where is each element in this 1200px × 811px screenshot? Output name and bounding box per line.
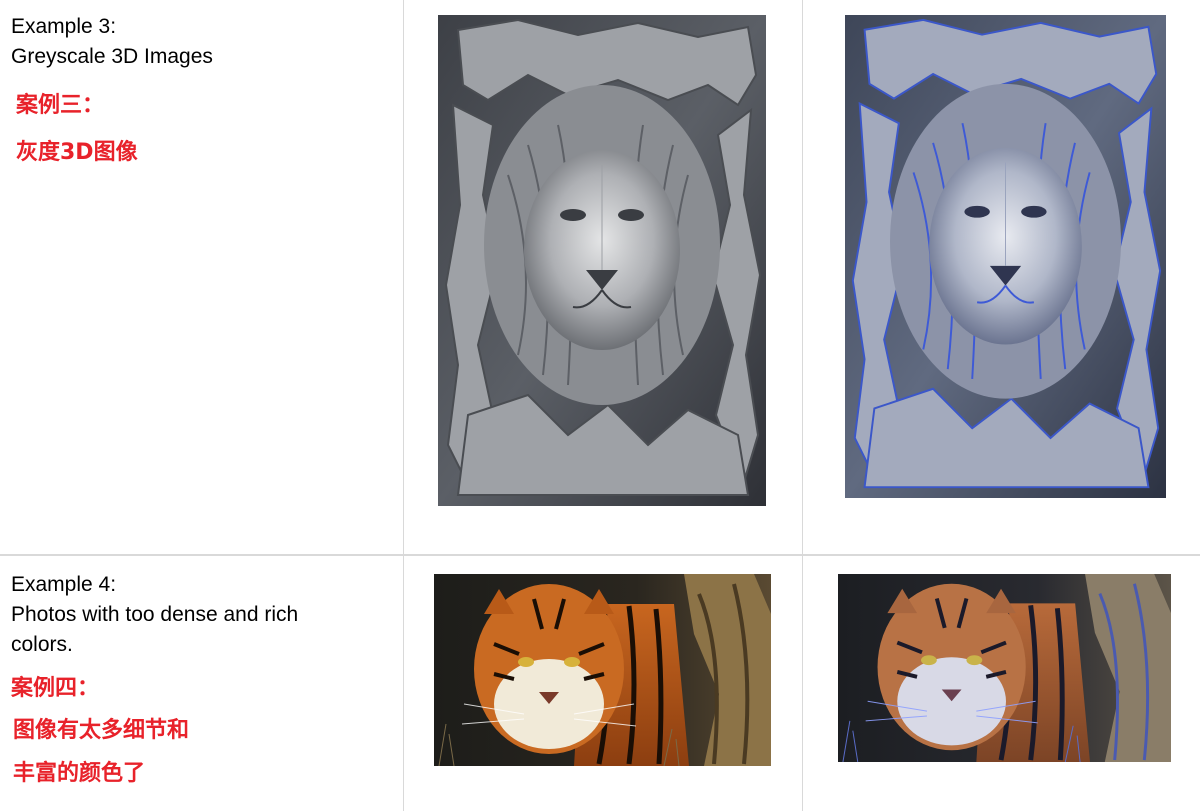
example-3-title: Example 3: — [11, 15, 117, 38]
example-4-chinese-line-2: 图像有太多细节和 — [13, 718, 190, 743]
example-4-title: Example 4: — [11, 573, 117, 596]
example-4-chinese-line-3: 丰富的颜色了 — [13, 761, 146, 786]
example-4-line-2: Photos with too dense and rich — [11, 603, 299, 626]
example-4-chinese-title: 案例四： — [11, 676, 100, 701]
example-4-line-3: colors. — [11, 633, 73, 656]
lion-processed-image — [845, 15, 1166, 498]
tiger-original-image — [434, 574, 771, 766]
lion-original-image — [438, 15, 766, 506]
example-4-description: Example 4: Photos with too dense and ric… — [11, 570, 298, 660]
column-divider-1 — [403, 0, 404, 811]
example-3-chinese-title: 案例三： — [16, 93, 105, 118]
column-divider-2 — [802, 0, 803, 811]
example-3-subtitle: Greyscale 3D Images — [11, 45, 213, 68]
example-3-chinese-subtitle: 灰度3D图像 — [16, 140, 138, 165]
example-3-description: Example 3: Greyscale 3D Images — [11, 12, 213, 72]
tiger-processed-image — [838, 574, 1171, 762]
row-divider — [0, 554, 1200, 556]
comparison-table: Example 3: Greyscale 3D Images 案例三： 灰度3D… — [0, 0, 1200, 811]
